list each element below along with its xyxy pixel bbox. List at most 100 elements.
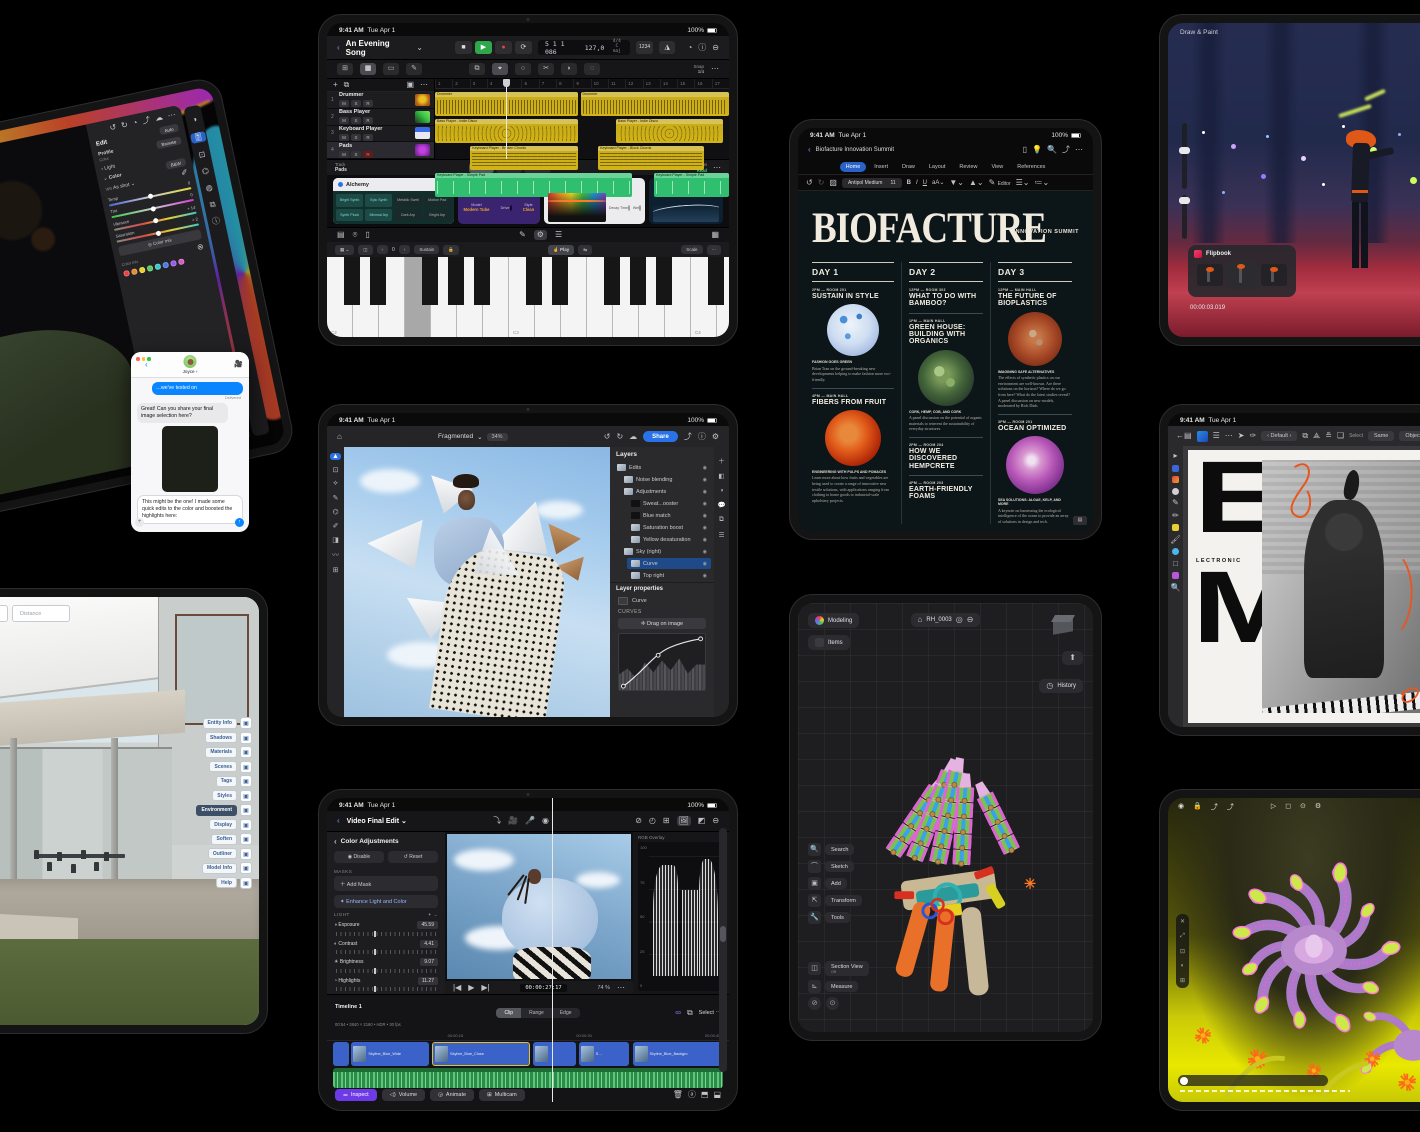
ribbon-tab[interactable]: View <box>985 162 1009 172</box>
color-tool[interactable] <box>1172 548 1179 555</box>
piano-keyboard[interactable]: C2 C3 C4 <box>327 257 729 337</box>
chevron-down-icon[interactable]: ⌄ <box>416 44 423 52</box>
exposure-slider[interactable]: ◑ Exposure45.59 <box>334 921 438 929</box>
clip-background[interactable]: Skyline_Blue_Backgro <box>633 1042 723 1066</box>
track-stack-icon[interactable]: ⧉ <box>344 81 350 89</box>
mixer-view-button[interactable]: ▦ <box>360 63 376 75</box>
same-menu[interactable]: Same <box>1368 431 1394 441</box>
search-tool[interactable]: 🔍Search <box>808 843 862 856</box>
alchemy-preset-button[interactable]: Epic Synth <box>365 194 392 207</box>
panel-button[interactable]: Entity Info▣ <box>203 717 252 729</box>
play-icon[interactable]: ▷ <box>1271 802 1276 812</box>
lightbulb-icon[interactable]: 💡 <box>1032 146 1042 154</box>
panel-button[interactable]: Display▣ <box>209 819 252 831</box>
panel-button[interactable]: Outliner▣ <box>208 848 252 860</box>
browse-button[interactable]: Browse <box>156 136 182 149</box>
layer-row[interactable]: Sweat...ooster◉ <box>627 498 711 509</box>
viewer-more-icon[interactable]: ⋯ <box>617 984 625 992</box>
ribbon-tab[interactable]: Home <box>840 162 867 172</box>
close-icon[interactable]: ⊗ <box>196 243 204 252</box>
solo-button[interactable]: S <box>351 134 361 141</box>
pencil-tool[interactable]: ✏ <box>1172 512 1179 520</box>
solo-button[interactable]: S <box>351 100 361 107</box>
erase-tool-button[interactable]: ◌ <box>584 63 600 75</box>
section-view-button[interactable]: ◫Section ViewOff <box>808 961 869 976</box>
play-mode-button[interactable]: ☝ Play <box>548 245 574 255</box>
panel-button[interactable]: Styles▣ <box>212 790 252 802</box>
numbering-button[interactable]: ≔⌄ <box>1035 179 1050 187</box>
export-icon[interactable]: ⤴ <box>684 433 692 441</box>
lock-icon[interactable]: 🔒 <box>1193 802 1202 812</box>
undo-icon[interactable]: ↺ <box>109 123 117 132</box>
settings-gear-icon[interactable]: ⚙ <box>534 230 547 240</box>
highlight-button[interactable]: ▼⌄ <box>949 179 964 187</box>
record-enable-button[interactable]: R <box>363 117 373 124</box>
ribbon-tab[interactable]: Layout <box>923 162 952 172</box>
track-header-pads[interactable]: 4 Pads MSR <box>327 142 434 159</box>
layer-row[interactable]: Adjustments◉ <box>620 486 711 497</box>
pen-tool[interactable]: ✎ <box>1172 499 1179 507</box>
toolbar-icons[interactable]: ⤴ ⤺ ⤻ ⚙ 🔔 <box>0 605 8 622</box>
panel-icon[interactable]: ▣ <box>240 804 252 816</box>
camera-icon[interactable]: 🎥 <box>508 817 518 825</box>
brush-tool[interactable] <box>1172 476 1179 483</box>
eyedropper-tool[interactable]: ✐ <box>333 522 339 530</box>
mask-icon[interactable]: ◧ <box>718 472 724 480</box>
alchemy-preset-button[interactable]: Synth Pluck <box>336 209 363 222</box>
trash-icon[interactable]: 🗑 <box>673 1091 683 1099</box>
solo-button[interactable]: S <box>351 117 361 124</box>
add-mask-button[interactable]: ＋ Add Mask <box>334 876 438 891</box>
underline-button[interactable]: U <box>923 180 927 186</box>
effects-icon[interactable]: ◩ <box>698 817 706 825</box>
layer-row[interactable]: Curve◉ <box>627 558 711 569</box>
flipbook-panel[interactable]: Flipbook <box>1188 245 1296 297</box>
avatar[interactable] <box>184 355 197 368</box>
healing-icon[interactable]: ⌬ <box>201 167 209 176</box>
import-icon[interactable]: ⤵ <box>493 817 501 825</box>
eye-icon[interactable]: ◉ <box>703 513 707 519</box>
panel-icon[interactable]: ▣ <box>240 790 252 802</box>
cycle-button[interactable]: ⟳ <box>515 41 532 54</box>
home-icon[interactable]: ⌂ <box>337 433 342 441</box>
eye-icon[interactable]: ◉ <box>703 561 707 567</box>
trim-tool-button[interactable]: ⌖ <box>492 63 508 75</box>
smudge-tool[interactable]: 〰 <box>332 550 339 560</box>
loop-tool-button[interactable]: ○ <box>515 63 531 75</box>
sync-icon[interactable]: ◎ <box>956 616 963 624</box>
shape-tool[interactable]: □ <box>1173 560 1178 568</box>
header-more-icon[interactable]: ⋯ <box>420 81 428 89</box>
more-icon[interactable]: ⋯ <box>1225 432 1233 440</box>
add-layer-icon[interactable]: ＋ <box>718 455 725 465</box>
bold-button[interactable]: B <box>907 180 911 186</box>
eye-icon[interactable]: ◉ <box>703 477 707 483</box>
render-progress-bar[interactable] <box>1178 1075 1328 1086</box>
mute-button[interactable]: M <box>339 134 349 141</box>
flipbook-frame[interactable] <box>1197 264 1223 286</box>
panel-icon[interactable]: ▣ <box>240 833 252 845</box>
back-chevron-icon[interactable]: ‹ <box>337 817 340 825</box>
alchemy-preset-button[interactable]: Dark Arp <box>394 209 421 222</box>
clipboard-icon[interactable]: ▯ <box>365 231 369 239</box>
node-tool-icon[interactable]: ✑ <box>1249 432 1256 440</box>
clone-tool[interactable]: ⌬ <box>332 508 338 516</box>
mute-button[interactable]: M <box>339 151 349 158</box>
crop-icon[interactable]: ⊡ <box>198 150 206 159</box>
retime-icon[interactable]: ◴ <box>649 817 656 825</box>
sketch-tool[interactable]: ⌒Sketch <box>808 860 862 873</box>
multiview-icon[interactable]: ⊞ <box>663 817 670 825</box>
record-enable-button[interactable]: R <box>363 100 373 107</box>
facetime-icon[interactable]: 🎥 <box>234 360 243 368</box>
inspect-button[interactable]: ⚌ Inspect <box>335 1089 377 1101</box>
move-tool[interactable]: ▲ <box>330 453 341 460</box>
record-button[interactable]: ● <box>495 41 512 54</box>
masking-icon[interactable]: ◍ <box>205 184 213 193</box>
versions-icon[interactable]: ⧉ <box>209 200 216 209</box>
mic-icon[interactable]: ⌾ <box>353 231 358 239</box>
layers-toggle-icon[interactable]: ⧉ <box>719 516 724 524</box>
distance-field[interactable]: Distance <box>12 605 70 622</box>
select-menu[interactable]: Select <box>1349 433 1363 439</box>
multicam-button[interactable]: ⊞ Multicam <box>479 1089 525 1101</box>
dismiss-keyboard-icon[interactable]: ▤ <box>1073 516 1087 525</box>
reset-button[interactable]: ↺ Reset <box>388 851 438 863</box>
panel-button[interactable]: Environment▣ <box>196 804 252 816</box>
